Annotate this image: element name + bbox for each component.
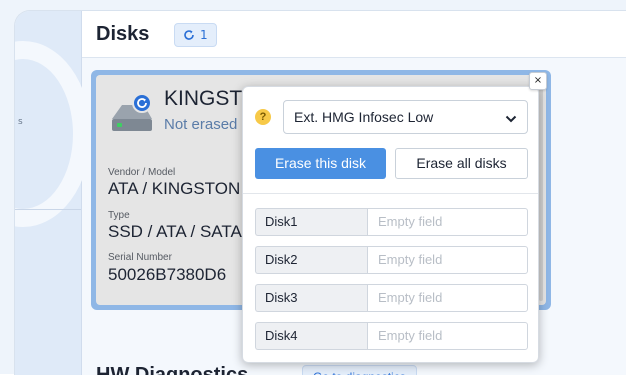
topbar: Disks 1 xyxy=(82,11,626,58)
disk-row-input[interactable]: Empty field xyxy=(367,208,528,236)
hw-diagnostics-title: HW Diagnostics xyxy=(96,364,249,375)
help-icon[interactable]: ? xyxy=(255,109,271,125)
type-label: Type xyxy=(108,210,130,221)
hard-disk-icon xyxy=(108,93,152,135)
refresh-icon xyxy=(183,29,195,41)
refresh-button[interactable]: 1 xyxy=(174,23,217,47)
erase-method-value: Ext. HMG Infosec Low xyxy=(294,109,434,125)
disk-row-input[interactable]: Empty field xyxy=(367,284,528,312)
page-title: Disks xyxy=(96,23,150,45)
disk-row-label: Disk4 xyxy=(255,322,367,350)
popup-divider xyxy=(243,193,538,194)
sidebar-collapse-handle[interactable]: s xyxy=(18,117,23,127)
vendor-model-label: Vendor / Model xyxy=(108,167,176,178)
disk-status: Not erased xyxy=(164,116,238,133)
disk-row: Disk1 Empty field xyxy=(255,208,528,236)
chevron-down-icon xyxy=(505,108,517,127)
serial-number-value: 50026B7380D6 xyxy=(108,265,227,284)
refresh-count: 1 xyxy=(200,28,208,42)
sidebar-divider xyxy=(15,209,81,210)
sidebar: s xyxy=(15,11,91,375)
disk-row-label: Disk2 xyxy=(255,246,367,274)
disk-row: Disk2 Empty field xyxy=(255,246,528,274)
disk-row-label: Disk1 xyxy=(255,208,367,236)
erase-this-disk-button[interactable]: Erase this disk xyxy=(255,148,386,179)
erase-method-select[interactable]: Ext. HMG Infosec Low xyxy=(283,100,528,134)
vendor-model-value: ATA / KINGSTON xyxy=(108,179,241,198)
disk-row-label: Disk3 xyxy=(255,284,367,312)
sidebar-decoration xyxy=(15,41,91,227)
disk-row: Disk4 Empty field xyxy=(255,322,528,350)
disk-row-input[interactable]: Empty field xyxy=(367,322,528,350)
type-value: SSD / ATA / SATA xyxy=(108,222,242,241)
disk-row: Disk3 Empty field xyxy=(255,284,528,312)
erase-all-disks-button[interactable]: Erase all disks xyxy=(395,148,528,179)
serial-number-label: Serial Number xyxy=(108,252,172,263)
disk-row-input[interactable]: Empty field xyxy=(367,246,528,274)
erase-popup: ? Ext. HMG Infosec Low Erase this disk E… xyxy=(242,86,539,363)
close-icon[interactable]: × xyxy=(529,72,547,90)
card-scrollbar[interactable] xyxy=(539,81,543,301)
